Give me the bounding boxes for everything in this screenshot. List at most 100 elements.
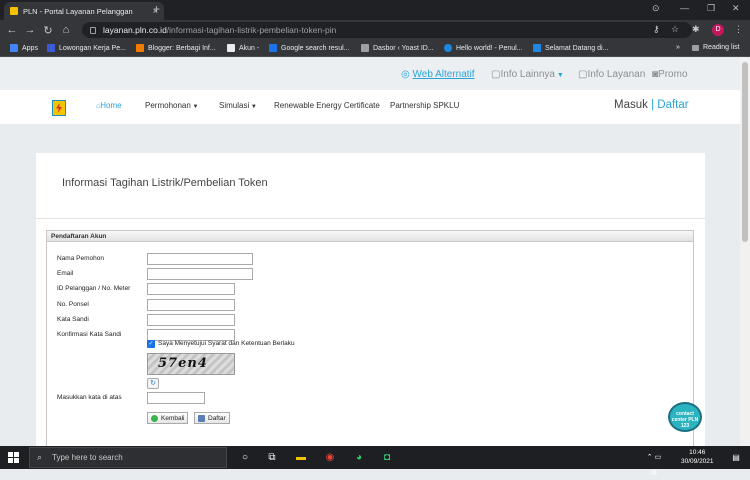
bookmark-favicon-icon [227, 44, 235, 52]
url-bar[interactable]: layanan.pln.co.id/informasi-tagihan-list… [82, 22, 692, 38]
url-path: /informasi-tagihan-listrik-pembelian-tok… [166, 25, 337, 35]
page-viewport: ◎ Web Alternatif ▢Info Lainnya ▼ ▢Info L… [0, 58, 740, 446]
file-explorer-icon[interactable]: ▬ [293, 450, 309, 465]
key-icon[interactable]: ⚷ [653, 24, 660, 35]
id-pelanggan-input[interactable] [147, 283, 235, 295]
notification-icon[interactable]: ▤ [728, 450, 744, 465]
chrome-icon[interactable]: ◉ [322, 450, 338, 465]
nav-partnership-spklu[interactable]: Partnership SPKLU [390, 101, 459, 110]
captcha-text: 57en4 [158, 356, 208, 371]
address-toolbar: ← → ↻ ⌂ layanan.pln.co.id/informasi-tagi… [0, 20, 750, 40]
maximize-icon[interactable]: ❐ [707, 3, 715, 14]
label-id-pelanggan: ID Pelanggan / No. Meter [57, 285, 131, 292]
tab-title: PLN - Portal Layanan Pelanggan [23, 6, 133, 16]
info-layanan-link[interactable]: ▢Info Layanan [578, 69, 645, 80]
email-input[interactable] [147, 268, 253, 280]
daftar-link[interactable]: Daftar [657, 99, 688, 111]
bookmark-item[interactable]: Selamat Datang di... [533, 44, 608, 52]
kata-sandi-input[interactable] [147, 314, 235, 326]
registration-panel: Pendaftaran Akun Nama Pemohon Email ID P… [46, 230, 694, 446]
nav-renewable-energy-certificate[interactable]: Renewable Energy Certificate [274, 101, 380, 110]
bookmark-favicon-icon [47, 44, 55, 52]
system-clock[interactable]: 10:46 30/09/2021 [681, 448, 714, 466]
blogger-icon [136, 44, 144, 52]
caret-down-icon: ▼ [249, 104, 257, 110]
no-ponsel-input[interactable] [147, 299, 235, 311]
clock-date: 30/09/2021 [681, 458, 714, 465]
pln-logo[interactable] [52, 100, 66, 116]
web-alternatif-link[interactable]: ◎ Web Alternatif [401, 69, 475, 80]
new-tab-button[interactable]: + [153, 2, 160, 16]
captcha-refresh-icon[interactable]: ↻ [147, 378, 159, 389]
menu-icon[interactable]: ⋮ [734, 24, 743, 35]
extensions-icon[interactable]: ✱ [692, 24, 700, 35]
back-arrow-icon [151, 414, 158, 422]
nama-pemohon-input[interactable] [147, 253, 253, 265]
bookmark-item[interactable]: Hello world! - Penul... [444, 44, 523, 52]
profile-avatar[interactable]: D [712, 24, 724, 36]
reading-list[interactable]: Reading list [692, 44, 740, 51]
apps-icon [10, 44, 18, 52]
nav-simulasi[interactable]: Simulasi ▼ [219, 101, 257, 110]
bookmark-item[interactable]: Apps [10, 44, 38, 52]
tab-search-icon[interactable]: ⊙ [652, 3, 660, 14]
bookmark-favicon-icon [444, 44, 452, 52]
divider [36, 218, 705, 219]
top-nav: ◎ Web Alternatif ▢Info Lainnya ▼ ▢Info L… [0, 58, 740, 90]
bookmarks-more-icon[interactable]: » [676, 44, 680, 51]
nav-home[interactable]: ⌂Home [96, 101, 122, 110]
page-title: Informasi Tagihan Listrik/Pembelian Toke… [62, 177, 268, 189]
label-konfirmasi-kata-sandi: Konfirmasi Kata Sandi [57, 331, 122, 338]
contact-center-badge[interactable]: contact center PLN 123 [668, 402, 702, 432]
bookmark-item[interactable]: Dasbor ‹ Yoast ID... [361, 44, 434, 52]
panel-title: Pendaftaran Akun [47, 231, 693, 242]
taskbar: ⌕ Type here to search ○ ⧉ ▬ ◉ ◕ ◘ ⌃ ▭ ◍ … [0, 446, 750, 476]
bookmark-star-icon[interactable]: ☆ [671, 24, 679, 35]
kembali-button[interactable]: Kembali [147, 412, 189, 424]
scrollbar-thumb[interactable] [742, 62, 748, 242]
taskbar-search-placeholder: Type here to search [52, 453, 123, 462]
clock-time: 10:46 [689, 449, 706, 456]
masuk-link[interactable]: Masuk [614, 99, 648, 111]
label-captcha: Masukkan kata di atas [57, 394, 122, 401]
bookmark-favicon-icon [533, 44, 541, 52]
browser-tab[interactable]: PLN - Portal Layanan Pelanggan × [4, 2, 164, 20]
agree-checkbox[interactable]: ✓ [147, 340, 155, 348]
bookmark-item[interactable]: Lowongan Kerja Pe... [47, 44, 126, 52]
search-icon: ⌕ [37, 452, 43, 462]
minimize-icon[interactable]: — [680, 3, 689, 13]
content-card: Informasi Tagihan Listrik/Pembelian Toke… [36, 153, 705, 446]
bookmark-item[interactable]: Google search resul... [269, 44, 349, 52]
label-kata-sandi: Kata Sandi [57, 316, 89, 323]
captcha-input[interactable] [147, 392, 205, 404]
forward-icon[interactable]: → [21, 24, 39, 36]
daftar-button[interactable]: Daftar [194, 412, 230, 424]
system-tray-icons[interactable]: ⌃ ▭ ◍ [646, 450, 662, 476]
reading-list-icon [692, 44, 699, 51]
bookmark-item[interactable]: Akun - [227, 44, 259, 52]
agree-label: Saya Menyetujui Syarat dan Ketentuan Ber… [158, 340, 295, 347]
bookmarks-bar: Apps Lowongan Kerja Pe... Blogger: Berba… [0, 40, 750, 57]
lightning-icon [56, 103, 62, 113]
app-icon[interactable]: ◘ [379, 450, 395, 465]
caret-down-icon: ▼ [190, 104, 199, 110]
home-icon[interactable]: ⌂ [57, 24, 75, 36]
task-view-icon[interactable]: ⧉ [264, 450, 280, 465]
whatsapp-icon[interactable]: ◕ [351, 450, 367, 465]
cortana-icon[interactable]: ○ [237, 450, 253, 465]
info-lainnya-dropdown[interactable]: ▢Info Lainnya ▼ [491, 69, 564, 80]
label-nama-pemohon: Nama Pemohon [57, 255, 104, 262]
promo-link[interactable]: ◙Promo [652, 69, 688, 80]
caret-down-icon: ▼ [554, 72, 564, 79]
reload-icon[interactable]: ↻ [39, 24, 57, 37]
taskbar-search-input[interactable]: ⌕ Type here to search [29, 447, 227, 468]
close-window-icon[interactable]: ✕ [732, 3, 740, 14]
pln-favicon [10, 7, 18, 15]
back-icon[interactable]: ← [3, 24, 21, 36]
bookmark-item[interactable]: Blogger: Berbagi Inf... [136, 44, 216, 52]
captcha-image: 57en4 [147, 353, 235, 375]
browser-tab-strip: PLN - Portal Layanan Pelanggan × + ⊙ — ❐… [0, 0, 750, 20]
url-host: layanan.pln.co.id [103, 25, 167, 35]
nav-permohonan[interactable]: Permohonan ▼ [145, 101, 198, 110]
windows-start-icon[interactable] [8, 452, 19, 463]
